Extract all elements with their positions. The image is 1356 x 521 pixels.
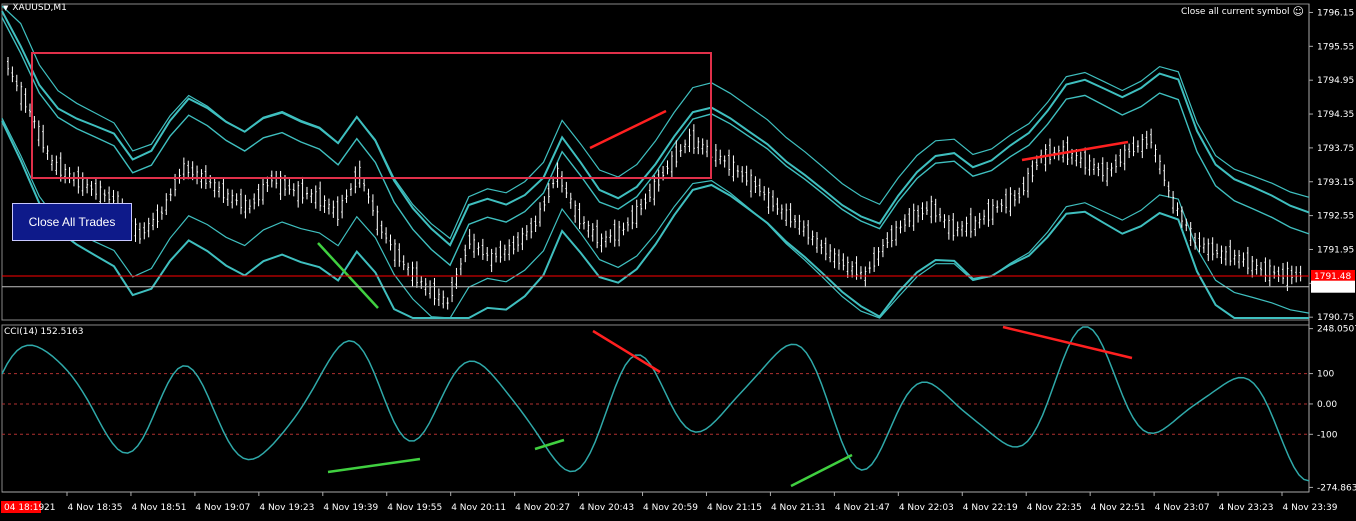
time-tick-label: 4 Nov 20:27 (515, 503, 570, 513)
time-tick-label: 4 Nov 19:07 (195, 503, 250, 513)
smiley-icon: ☺ (1292, 5, 1304, 18)
cci-tick-label: -100 (1317, 430, 1338, 440)
symbol-header: ▼ XAUUSD,M1 (3, 3, 67, 13)
time-tick-label: 4 Nov 21:47 (835, 503, 890, 513)
price-tick-label: 1792.55 (1317, 212, 1354, 222)
upper-band-outer (1, 10, 1310, 247)
cci-tick-label: 0.00 (1317, 400, 1337, 410)
close-symbol-link[interactable]: Close all current symbol ☺ (1181, 5, 1304, 18)
divergence-line-red (1021, 140, 1129, 162)
current-time-label: 04 18:19 (4, 503, 45, 513)
cci-tick-label: 100 (1317, 370, 1334, 380)
time-tick-label: 4 Nov 21:31 (771, 503, 826, 513)
price-tick-label: 1794.95 (1317, 76, 1354, 86)
cci-pane-frame (1, 324, 1310, 493)
time-tick-label: 4 Nov 19:55 (387, 503, 442, 513)
time-tick-label: 4 Nov 23:23 (1219, 503, 1274, 513)
cci-divergence-green (534, 438, 565, 451)
chart-canvas[interactable]: 1796.15 1795.55 1794.95 1794.35 1793.75 1793.… (0, 0, 1356, 517)
time-tick-label: 4 Nov 18:35 (68, 503, 123, 513)
menu-triangle-icon[interactable]: ▼ (3, 4, 8, 12)
symbol-label: XAUUSD,M1 (12, 3, 67, 13)
time-tick-label: 4 Nov 18:51 (131, 503, 186, 513)
cci-divergence-green (790, 453, 853, 488)
time-tick-label: 4 Nov 19:23 (259, 503, 314, 513)
cci-tick-label: 248.0507 (1317, 325, 1356, 335)
chart-window[interactable]: 1796.15 1795.55 1794.95 1794.35 1793.75 1793.… (0, 0, 1356, 517)
cci-divergence-red (592, 329, 661, 374)
price-tick-label: 1790.75 (1317, 313, 1354, 323)
time-tick-label: 4 Nov 19:39 (323, 503, 378, 513)
cci-divergence-red (1002, 325, 1133, 360)
upper-band-far (1, 5, 1310, 240)
ask-price-tag-label: 1791.29 (1314, 283, 1351, 293)
cci-divergence-green (327, 457, 421, 474)
time-tick-label: 21 (44, 503, 55, 513)
lower-band-inner (1, 117, 1310, 319)
time-tick-label: 4 Nov 22:51 (1091, 503, 1146, 513)
time-tick-label: 4 Nov 22:35 (1027, 503, 1082, 513)
time-tick-label: 4 Nov 22:19 (963, 503, 1018, 513)
price-tick-label: 1793.75 (1317, 144, 1354, 154)
close-all-trades-button[interactable]: Close All Trades (12, 203, 132, 241)
price-tick-label: 1793.15 (1317, 178, 1354, 188)
price-tick-label: 1795.55 (1317, 42, 1354, 52)
time-tick-label: 4 Nov 22:03 (899, 503, 954, 513)
price-tick-label: 1794.35 (1317, 110, 1354, 120)
cci-indicator-label: CCI(14) 152.5163 (4, 327, 84, 337)
time-tick-label: 4 Nov 23:39 (1283, 503, 1338, 513)
price-tick-label: 1791.95 (1317, 245, 1354, 255)
main-pane-frame (1, 3, 1310, 321)
cci-tick-label: -274.8631 (1317, 483, 1356, 493)
time-tick-label: 4 Nov 21:15 (707, 503, 762, 513)
bid-price-tag-label: 1791.48 (1314, 272, 1351, 282)
time-tick-label: 4 Nov 20:11 (451, 503, 506, 513)
time-tick-label: 4 Nov 20:59 (643, 503, 698, 513)
time-tick-label: 4 Nov 23:07 (1155, 503, 1210, 513)
time-tick-label: 4 Nov 20:43 (579, 503, 634, 513)
close-symbol-label[interactable]: Close all current symbol (1181, 7, 1290, 17)
price-tick-label: 1796.15 (1317, 8, 1354, 18)
